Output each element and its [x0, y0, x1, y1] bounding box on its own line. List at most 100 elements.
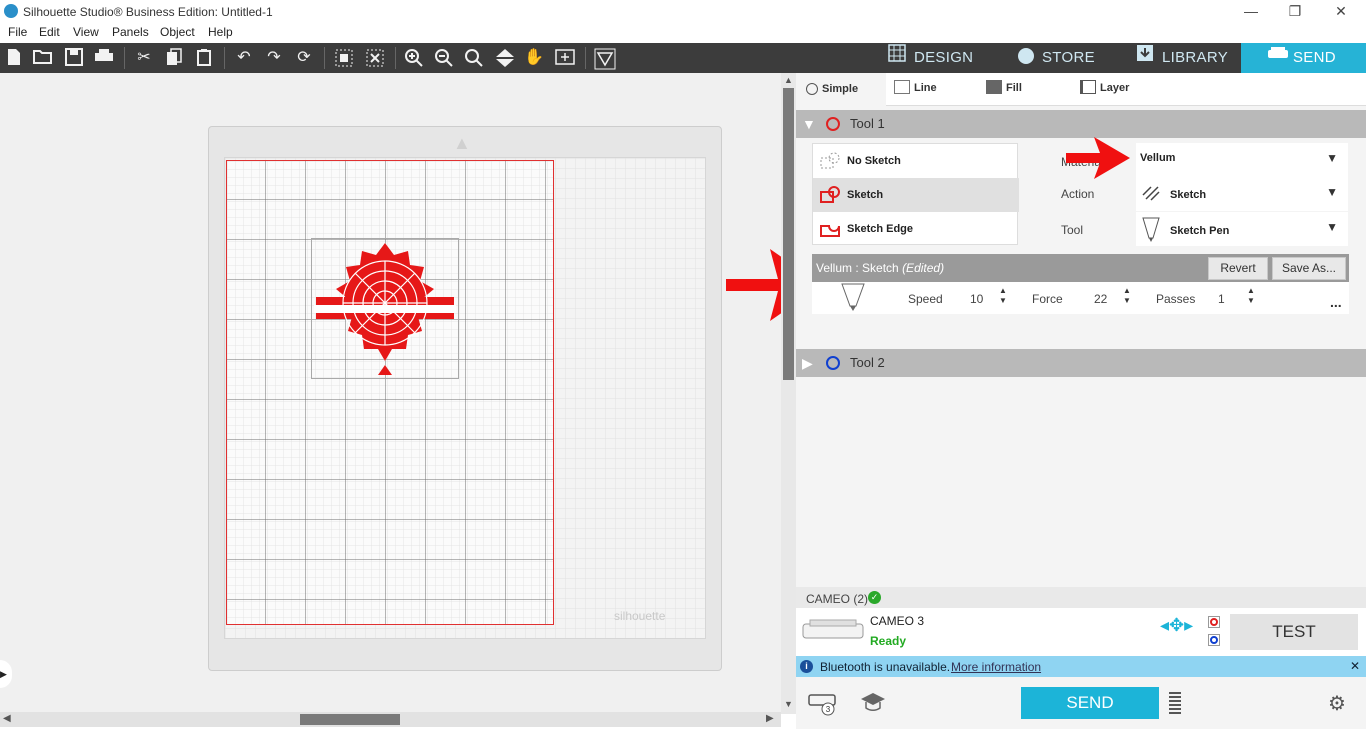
library-download-icon: [1136, 43, 1154, 73]
option-sketch[interactable]: Sketch: [813, 178, 1019, 212]
scroll-down-icon[interactable]: ▼: [784, 699, 793, 709]
device-list-header: CAMEO (2) ✓: [796, 587, 1366, 608]
sketch-options-list: No Sketch Sketch Sketch Edge: [812, 143, 1019, 246]
undo-icon[interactable]: ↶: [234, 48, 254, 68]
option-no-sketch[interactable]: No Sketch: [813, 144, 1019, 178]
copy-icon[interactable]: [164, 48, 184, 68]
redraw-icon[interactable]: ⟳: [294, 48, 314, 68]
menu-object[interactable]: Object: [160, 23, 195, 39]
passes-value[interactable]: 1: [1218, 292, 1225, 306]
menu-edit[interactable]: Edit: [39, 23, 60, 39]
horizontal-scrollbar[interactable]: ◀ ▶: [0, 712, 781, 727]
force-label: Force: [1032, 292, 1063, 306]
option-sketch-label: Sketch: [847, 189, 884, 201]
tab-store[interactable]: STORE: [1018, 43, 1128, 73]
expand-panel-toggle[interactable]: ▶: [0, 660, 12, 688]
move-down-icon[interactable]: [494, 48, 514, 68]
dropdown-arrow-icon: ▼: [1326, 185, 1338, 199]
test-button[interactable]: TEST: [1230, 614, 1358, 650]
zoom-select-icon[interactable]: [464, 48, 484, 68]
speed-stepper[interactable]: ▲ ▼: [999, 286, 1007, 306]
dismiss-notice-button[interactable]: ✕: [1350, 659, 1360, 673]
tool1-label: Tool 1: [850, 116, 885, 131]
sketch-action-icon: [1142, 186, 1160, 201]
zoom-out-icon[interactable]: [434, 48, 454, 68]
action-select[interactable]: Sketch ▼: [1136, 177, 1348, 211]
pan-hand-icon[interactable]: ✋: [524, 48, 544, 68]
menu-file[interactable]: File: [8, 23, 27, 39]
tutorial-cap-icon[interactable]: [860, 691, 886, 713]
expand-icon[interactable]: ▶: [802, 355, 813, 372]
restore-button[interactable]: ❐: [1272, 0, 1318, 23]
cameo-machine-icon: [802, 619, 864, 639]
toolbar-divider: [395, 47, 396, 69]
revert-button[interactable]: Revert: [1208, 257, 1268, 280]
open-folder-icon[interactable]: [33, 48, 53, 68]
mode-layer-label: Layer: [1100, 82, 1130, 94]
ungroup-icon[interactable]: [365, 48, 385, 68]
job-queue-icon[interactable]: 3: [808, 691, 838, 717]
print-icon[interactable]: [94, 48, 114, 68]
tool-select[interactable]: Sketch Pen ▼: [1136, 212, 1348, 246]
move-arrows-icon[interactable]: ◂✥▸: [1160, 616, 1193, 634]
new-document-icon[interactable]: [4, 48, 24, 68]
paste-icon[interactable]: [194, 48, 214, 68]
vertical-scroll-thumb[interactable]: [783, 88, 794, 380]
scroll-left-icon[interactable]: ◀: [3, 713, 11, 724]
fit-to-page-icon[interactable]: [555, 48, 575, 68]
mode-fill[interactable]: Fill: [986, 80, 1022, 94]
grid-icon: [888, 43, 906, 73]
trace-icon[interactable]: [594, 48, 616, 70]
menu-view[interactable]: View: [73, 23, 99, 39]
preset-name: Vellum : Sketch (Edited): [816, 261, 944, 275]
group-icon[interactable]: [334, 48, 354, 68]
force-value[interactable]: 22: [1094, 292, 1107, 306]
scroll-up-icon[interactable]: ▲: [784, 75, 793, 85]
design-canvas[interactable]: ▲ silhouette ▶: [0, 73, 822, 714]
mode-line[interactable]: Line: [894, 80, 937, 94]
device-name: CAMEO 3: [870, 614, 925, 628]
option-sketch-edge[interactable]: Sketch Edge: [813, 212, 1019, 246]
tab-design[interactable]: DESIGN: [888, 43, 998, 73]
mode-layer[interactable]: Layer: [1080, 80, 1129, 94]
redo-icon[interactable]: ↷: [264, 48, 284, 68]
cut-area: [226, 160, 554, 625]
action-label: Action: [1061, 187, 1095, 201]
cut-icon[interactable]: ✂: [134, 48, 154, 68]
mandala-design[interactable]: [314, 241, 456, 377]
toolbar-divider: [324, 47, 325, 69]
tool2-header[interactable]: ▶ Tool 2: [796, 349, 1366, 377]
settings-gear-icon[interactable]: ⚙: [1328, 691, 1346, 716]
menu-bar: File Edit View Panels Object Help: [0, 23, 1366, 42]
more-options-button[interactable]: ...: [1330, 294, 1342, 310]
preset-edited-flag: (Edited): [902, 261, 945, 275]
bluetooth-notice: i Bluetooth is unavailable. More informa…: [796, 656, 1366, 677]
vertical-scrollbar[interactable]: ▲ ▼: [781, 73, 796, 714]
mode-simple-label: Simple: [822, 83, 859, 95]
tool1-header[interactable]: ▼ Tool 1: [796, 110, 1366, 138]
list-view-icon[interactable]: [1168, 691, 1182, 715]
passes-stepper[interactable]: ▲ ▼: [1247, 286, 1255, 306]
scroll-right-icon[interactable]: ▶: [766, 713, 774, 724]
sketch-pen-icon: [1142, 217, 1160, 242]
send-button[interactable]: SEND: [1021, 687, 1159, 719]
speed-value[interactable]: 10: [970, 292, 983, 306]
horizontal-scroll-thumb[interactable]: [300, 714, 400, 725]
device-card[interactable]: CAMEO 3 Ready ◂✥▸ TEST: [796, 608, 1366, 656]
menu-help[interactable]: Help: [208, 23, 233, 39]
more-information-link[interactable]: More information: [951, 660, 1041, 674]
zoom-in-icon[interactable]: [404, 48, 424, 68]
tool2-ring-icon: [826, 356, 840, 370]
mode-simple[interactable]: Simple: [806, 83, 858, 95]
menu-panels[interactable]: Panels: [112, 23, 149, 39]
force-stepper[interactable]: ▲ ▼: [1123, 286, 1131, 306]
save-as-button[interactable]: Save As...: [1272, 257, 1346, 280]
tab-send[interactable]: SEND: [1241, 43, 1366, 73]
tab-library[interactable]: LIBRARY: [1136, 43, 1246, 73]
close-window-button[interactable]: ✕: [1318, 0, 1364, 23]
material-select[interactable]: Vellum ▼: [1136, 143, 1348, 177]
tab-send-label: SEND: [1293, 49, 1336, 66]
minimize-button[interactable]: —: [1228, 0, 1274, 23]
collapse-icon[interactable]: ▼: [802, 116, 816, 132]
save-icon[interactable]: [64, 48, 84, 68]
